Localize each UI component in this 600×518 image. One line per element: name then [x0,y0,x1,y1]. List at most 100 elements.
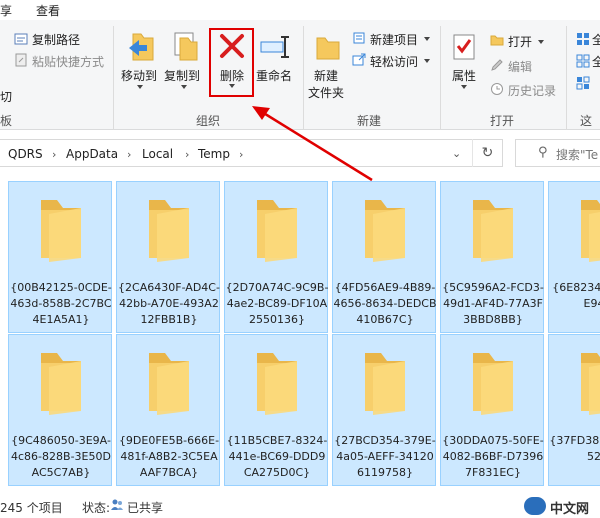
folder-icon [253,192,301,265]
group-clipboard-label: 板 [0,114,13,128]
move-to-button[interactable]: 移动到 [121,67,157,84]
history-button[interactable]: 历史记录 [508,82,556,99]
folder-item[interactable]: {30DDA075-50FE-4082-B6BF-D73967F831EC} [440,334,544,486]
folder-item[interactable]: {4FD56AE9-4B89-4656-8634-DEDCB410B67C} [332,181,437,333]
ribbon: 复制路径 粘贴快捷方式 切 板 移动到 复制到 删除 重命名 组织 新建 文件夹… [0,20,600,130]
folder-name: {37FD38B-4B65F752E9 [549,434,600,463]
copy-path-icon [14,32,28,46]
folder-name: {6E8234F-4cd6-BE94E2 [552,281,600,310]
chevron-right-icon[interactable]: › [239,148,243,161]
new-folder-label-line2: 文件夹 [308,86,345,100]
folder-name: {30DDA075-50FE-4082-B6BF-D73967F831EC} [442,434,544,479]
select-all-button[interactable]: 全 [592,31,600,48]
menu-bar: 享 查看 [0,0,600,20]
folder-item[interactable]: {9C486050-3E9A-4c86-828B-3E50DAC5C7AB} [8,334,112,486]
easy-access-dropdown-icon[interactable] [424,59,430,63]
folder-name: {2CA6430F-AD4C-42bb-A70E-493A212FBB1B} [118,281,220,326]
folder-name: {11B5CBE7-8324-441e-BC69-DDD9CA275D0C} [226,434,328,479]
folder-name: {9DE0FE5B-666E-481f-A8B2-3C5EAAAF7BCA} [118,434,220,479]
state-label: 状态: [82,501,111,515]
new-item-button[interactable]: 新建项目 [370,31,418,48]
invert-selection-icon [576,76,590,90]
folder-item[interactable]: {6E8234F-4cd6-BE94E2 [548,181,600,333]
group-select-label: 这 [580,114,593,128]
open-dropdown-icon[interactable] [538,40,544,44]
group-organize-label: 组织 [196,114,221,128]
ribbon-separator [440,26,441,130]
breadcrumb-qdrs[interactable]: QDRS [8,147,43,161]
folder-item[interactable]: {11B5CBE7-8324-441e-BC69-DDD9CA275D0C} [224,334,328,486]
tab-view[interactable]: 查看 [36,2,60,19]
state-value: 已共享 [127,501,164,515]
ribbon-separator [566,26,567,130]
properties-icon [452,32,478,65]
move-to-dropdown-icon[interactable] [137,85,143,89]
file-grid: {00B42125-0CDE-463d-858B-2C7BC4E1A5A1} {2… [0,176,600,494]
folder-item[interactable]: {27BCD354-379E-4a05-AEFF-341206119758} [332,334,436,486]
php-logo-icon [524,497,546,515]
history-dropdown-icon[interactable]: ⌄ [452,147,461,160]
folder-icon [361,192,409,265]
new-item-dropdown-icon[interactable] [424,37,430,41]
group-new-label: 新建 [357,114,382,128]
folder-item[interactable]: {00B42125-0CDE-463d-858B-2C7BC4E1A5A1} [8,181,112,333]
folder-icon [145,345,193,418]
item-count: 245 个项目 [0,501,63,515]
breadcrumb-local[interactable]: Local [142,147,173,161]
move-to-icon [127,30,157,67]
address-bar: QDRS › AppData › Local › Temp › ⌄ ↻ ⚲ 搜索… [0,137,600,169]
copy-path-button[interactable]: 复制路径 [32,31,80,48]
folder-icon [145,192,193,265]
open-button[interactable]: 打开 [508,33,532,50]
folder-name: {5C9596A2-FCD3-49d1-AF4D-77A3F3BBD8BB} [442,281,544,326]
breadcrumb-appdata[interactable]: AppData [66,147,118,161]
folder-name: {4FD56AE9-4B89-4656-8634-DEDCB410B67C} [333,281,437,326]
ribbon-separator [113,26,114,130]
paste-shortcut-icon [14,53,28,67]
select-all-icon [576,32,590,46]
ribbon-separator [303,26,304,130]
easy-access-icon [352,53,366,67]
folder-name: {2D70A74C-9C9B-4ae2-BC89-DF10A2550136} [225,281,329,326]
folder-icon [253,345,301,418]
easy-access-button[interactable]: 轻松访问 [370,53,418,70]
properties-dropdown-icon[interactable] [461,85,467,89]
address-path-box[interactable]: QDRS › AppData › Local › Temp › ⌄ [0,139,503,167]
folder-item[interactable]: {2D70A74C-9C9B-4ae2-BC89-DF10A2550136} [224,181,328,333]
select-none-icon [576,54,590,68]
folder-item[interactable]: {2CA6430F-AD4C-42bb-A70E-493A212FBB1B} [116,181,220,333]
folder-name: {27BCD354-379E-4a05-AEFF-341206119758} [334,434,436,479]
properties-button[interactable]: 属性 [452,67,476,84]
folder-item[interactable]: {5C9596A2-FCD3-49d1-AF4D-77A3F3BBD8BB} [440,181,544,333]
open-icon [490,33,504,47]
tab-share[interactable]: 享 [0,2,12,19]
folder-icon [361,345,409,418]
copy-to-button[interactable]: 复制到 [164,67,200,84]
paste-shortcut-button[interactable]: 粘贴快捷方式 [32,53,104,70]
refresh-button[interactable]: ↻ [472,139,502,167]
folder-item[interactable]: {9DE0FE5B-666E-481f-A8B2-3C5EAAAF7BCA} [116,334,220,486]
chevron-right-icon[interactable]: › [127,148,131,161]
folder-icon [469,192,517,265]
search-icon: ⚲ [538,145,548,160]
copy-to-icon [171,30,201,67]
folder-icon [37,192,85,265]
copy-to-dropdown-icon[interactable] [181,85,187,89]
chevron-right-icon[interactable]: › [185,148,189,161]
shared-users-icon [110,498,124,515]
cut-button-partial[interactable]: 切 [0,88,12,105]
select-none-button[interactable]: 全 [592,53,600,70]
watermark-text: 中文网 [550,502,590,517]
folder-icon [577,345,600,418]
folder-item[interactable]: {37FD38B-4B65F752E9 [548,334,600,486]
breadcrumb-temp[interactable]: Temp [198,147,230,161]
edit-button[interactable]: 编辑 [508,58,532,75]
watermark: 中文网 [522,494,600,518]
search-input[interactable]: ⚲ 搜索"Te [515,139,600,167]
search-placeholder: 搜索"Te [556,148,599,162]
rename-button[interactable]: 重命名 [256,67,292,84]
chevron-right-icon[interactable]: › [52,148,56,161]
group-open-label: 打开 [490,114,515,128]
folder-name: {00B42125-0CDE-463d-858B-2C7BC4E1A5A1} [10,281,112,326]
new-folder-button[interactable]: 新建 [314,67,338,84]
